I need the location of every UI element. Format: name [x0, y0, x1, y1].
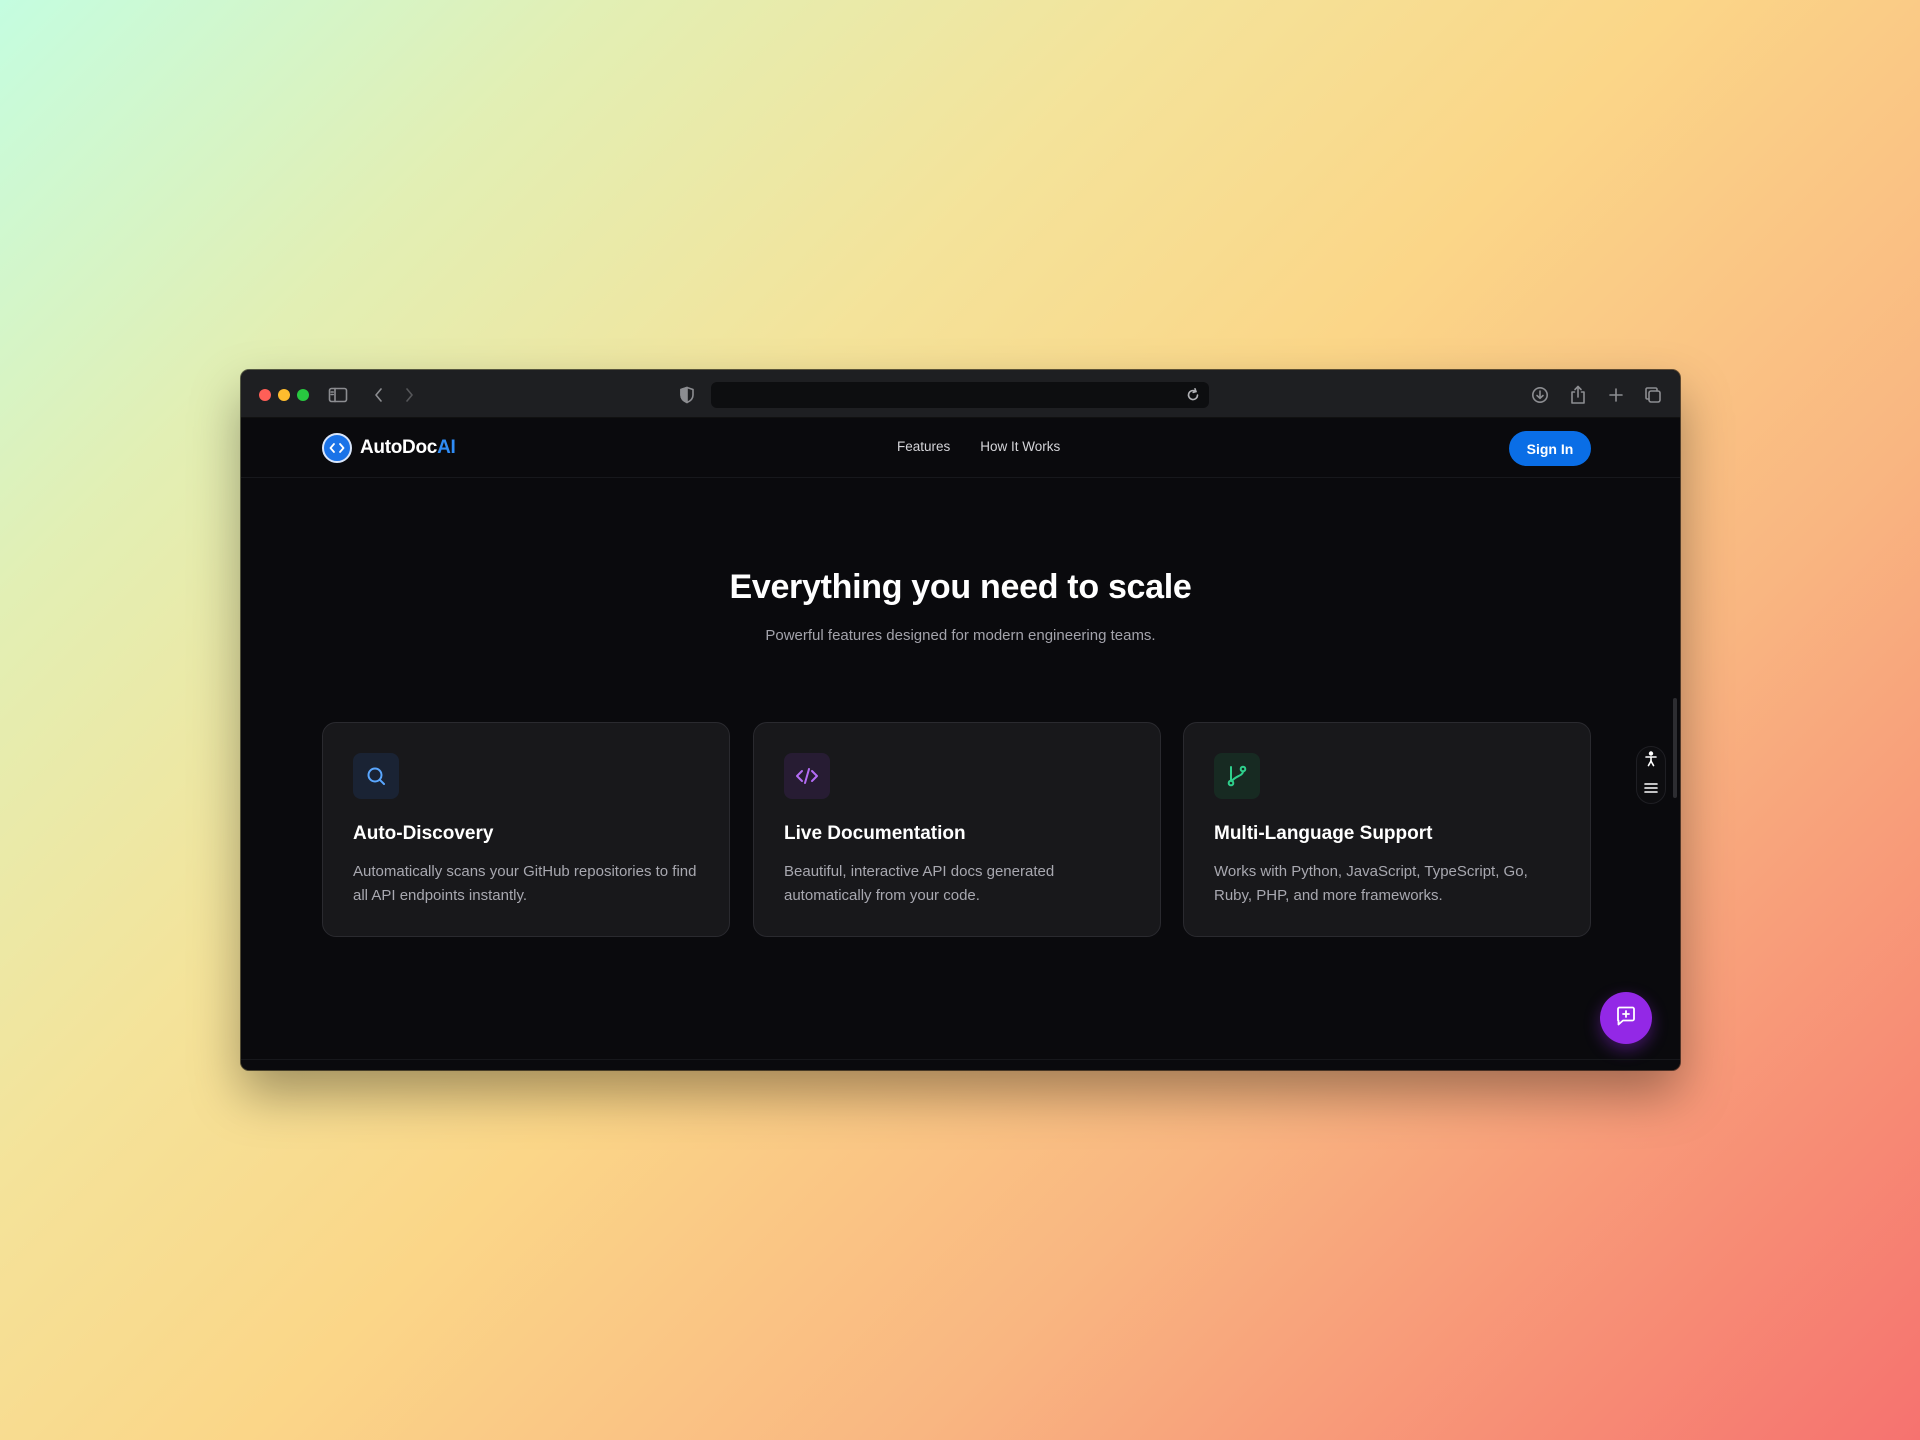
- nav-link-how-it-works[interactable]: How It Works: [980, 439, 1060, 454]
- brand-name-main: AutoDoc: [360, 437, 438, 458]
- scrollbar[interactable]: [1673, 698, 1677, 798]
- brand-name-accent: AI: [437, 437, 456, 458]
- reload-icon[interactable]: [1185, 387, 1201, 403]
- feature-card-multi-language-support: Multi-Language Support Works with Python…: [1183, 722, 1591, 937]
- menu-icon[interactable]: [1644, 781, 1658, 799]
- page-content: AutoDocAI Features How It Works Sign In …: [241, 418, 1680, 1070]
- nav-links: Features How It Works: [897, 439, 1060, 454]
- feature-card-live-documentation: Live Documentation Beautiful, interactiv…: [753, 722, 1161, 937]
- git-branch-icon: [1214, 753, 1260, 799]
- maximize-window-button[interactable]: [297, 389, 309, 401]
- sign-in-button[interactable]: Sign In: [1509, 431, 1591, 466]
- accessibility-icon[interactable]: [1644, 751, 1658, 772]
- address-bar[interactable]: [711, 382, 1209, 408]
- section-subtitle: Powerful features designed for modern en…: [765, 627, 1156, 644]
- chat-plus-icon: [1615, 1005, 1637, 1032]
- feature-title: Live Documentation: [784, 823, 966, 844]
- chat-button[interactable]: [1600, 992, 1652, 1044]
- accessibility-widget[interactable]: [1636, 746, 1666, 804]
- download-icon[interactable]: [1529, 384, 1551, 406]
- minimize-window-button[interactable]: [278, 389, 290, 401]
- feature-title: Auto-Discovery: [353, 823, 494, 844]
- back-icon[interactable]: [368, 384, 390, 406]
- section-title: Everything you need to scale: [729, 568, 1192, 606]
- feature-description: Works with Python, JavaScript, TypeScrip…: [1214, 863, 1528, 904]
- feature-card-auto-discovery: Auto-Discovery Automatically scans your …: [322, 722, 730, 937]
- divider: [241, 1059, 1680, 1060]
- search-icon: [353, 753, 399, 799]
- brand-name: AutoDocAI: [360, 437, 456, 459]
- feature-description: Beautiful, interactive API docs generate…: [784, 863, 1055, 904]
- feature-description: Automatically scans your GitHub reposito…: [353, 863, 697, 904]
- sidebar-icon[interactable]: [327, 384, 349, 406]
- new-tab-icon[interactable]: [1605, 384, 1627, 406]
- code-logo-icon: [322, 433, 352, 463]
- brand[interactable]: AutoDocAI: [322, 433, 456, 463]
- tabs-icon[interactable]: [1642, 384, 1664, 406]
- shield-icon[interactable]: [676, 384, 698, 406]
- site-header: AutoDocAI Features How It Works Sign In: [241, 418, 1680, 478]
- code-icon: [784, 753, 830, 799]
- nav-link-features[interactable]: Features: [897, 439, 950, 454]
- browser-toolbar: [241, 370, 1680, 418]
- forward-icon[interactable]: [398, 384, 420, 406]
- feature-title: Multi-Language Support: [1214, 823, 1433, 844]
- close-window-button[interactable]: [259, 389, 271, 401]
- share-icon[interactable]: [1567, 384, 1589, 406]
- browser-window: AutoDocAI Features How It Works Sign In …: [241, 370, 1680, 1070]
